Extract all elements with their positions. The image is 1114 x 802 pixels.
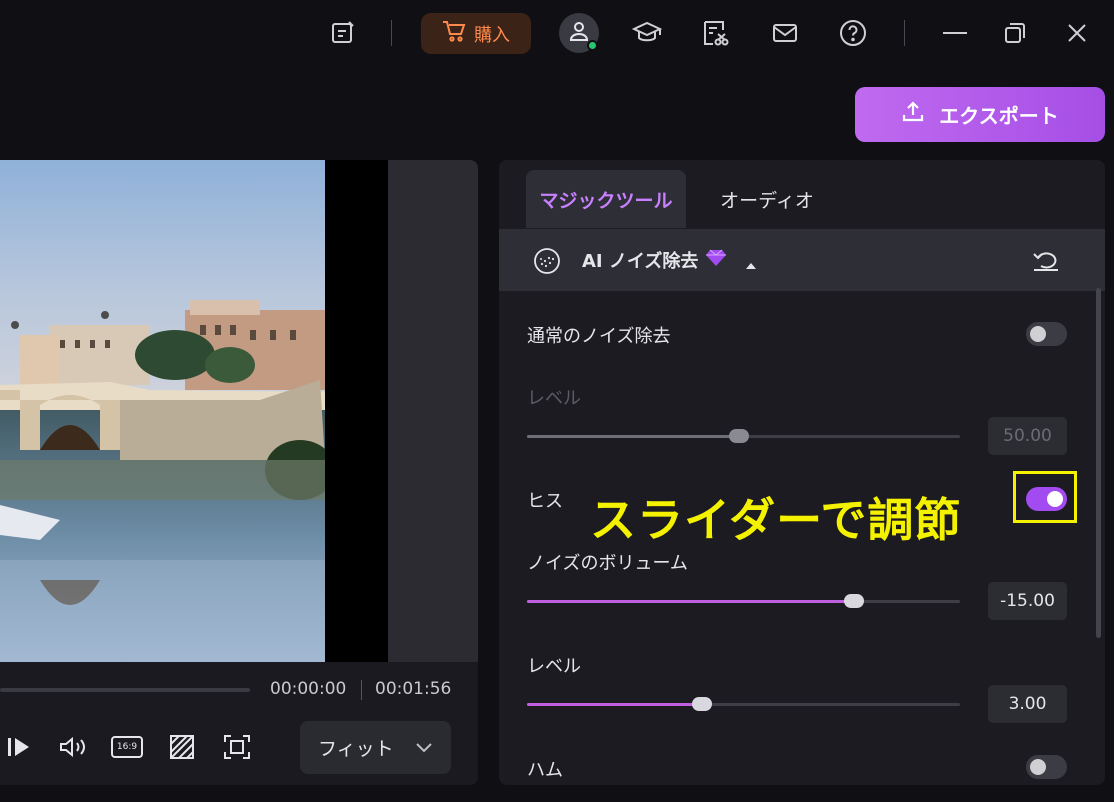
normal-level-label: レベル <box>527 388 581 409</box>
export-label: エクスポート <box>939 104 1059 128</box>
play-icon[interactable] <box>4 730 34 764</box>
upload-icon <box>901 100 925 129</box>
avatar[interactable] <box>559 13 599 53</box>
slider-thumb[interactable] <box>692 697 713 711</box>
help-icon[interactable] <box>838 17 868 49</box>
hum-label: ハム <box>527 760 563 781</box>
graduation-cap-icon[interactable] <box>632 17 662 49</box>
preview-background <box>388 160 478 662</box>
chevron-down-icon <box>415 737 433 759</box>
divider <box>904 20 905 46</box>
fullscreen-icon[interactable] <box>222 730 252 764</box>
aspect-ratio-label: 16:9 <box>116 742 138 752</box>
reset-icon[interactable] <box>1031 247 1061 277</box>
video-preview-panel: 00:00:00 00:01:56 16:9 フィット <box>0 160 478 785</box>
note-icon[interactable] <box>328 17 358 49</box>
file-scissors-icon[interactable] <box>700 17 730 49</box>
aspect-ratio-button[interactable]: 16:9 <box>110 730 144 764</box>
noise-volume-value[interactable]: -15.00 <box>988 582 1067 620</box>
hiss-level-slider[interactable] <box>527 697 960 711</box>
volume-icon[interactable] <box>56 730 92 764</box>
time-divider <box>361 680 362 700</box>
hiss-level-value[interactable]: 3.00 <box>988 685 1067 723</box>
slider-thumb[interactable] <box>843 594 864 608</box>
normal-level-value[interactable]: 50.00 <box>988 417 1067 455</box>
video-canvas[interactable] <box>0 160 388 662</box>
annotation-highlight-box <box>1013 471 1077 523</box>
normal-denoise-label: 通常のノイズ除去 <box>527 326 671 347</box>
hiss-level-label: レベル <box>527 656 581 677</box>
premium-diamond-icon <box>705 249 727 271</box>
normal-level-slider[interactable] <box>527 429 960 443</box>
current-time: 00:00:00 <box>270 679 347 699</box>
buy-label: 購入 <box>474 24 510 46</box>
mail-icon[interactable] <box>770 17 800 49</box>
close-icon[interactable] <box>1062 17 1092 49</box>
fit-zoom-dropdown[interactable]: フィット <box>300 721 451 774</box>
minimize-icon[interactable] <box>940 17 970 49</box>
collapse-arrow-icon[interactable] <box>745 255 757 274</box>
tab-audio[interactable]: オーディオ <box>697 170 837 228</box>
hiss-label: ヒス <box>527 491 563 512</box>
buy-button[interactable]: 購入 <box>421 13 531 54</box>
restore-icon[interactable] <box>1000 17 1030 49</box>
slider-thumb[interactable] <box>729 429 750 443</box>
noise-volume-label: ノイズのボリューム <box>527 553 688 574</box>
denoise-icon <box>533 247 561 279</box>
ai-denoise-section-header[interactable]: AI ノイズ除去 <box>499 229 1105 291</box>
video-frame-image <box>0 160 325 662</box>
playback-progress-bar[interactable] <box>0 688 250 692</box>
divider <box>391 20 392 46</box>
online-status-dot <box>587 40 598 51</box>
annotation-text: スライダーで調節 <box>590 493 962 547</box>
quality-icon[interactable] <box>167 730 197 764</box>
fit-label: フィット <box>318 738 394 760</box>
hum-toggle[interactable] <box>1026 755 1067 779</box>
cart-icon <box>442 20 466 47</box>
section-title: AI ノイズ除去 <box>582 251 699 272</box>
total-time: 00:01:56 <box>375 679 452 699</box>
tab-magic-tools[interactable]: マジックツール <box>526 170 686 228</box>
panel-scrollbar[interactable] <box>1096 288 1101 638</box>
noise-volume-slider[interactable] <box>527 594 960 608</box>
normal-denoise-toggle[interactable] <box>1026 322 1067 346</box>
export-button[interactable]: エクスポート <box>855 87 1105 142</box>
title-bar: 購入 <box>0 0 1114 68</box>
